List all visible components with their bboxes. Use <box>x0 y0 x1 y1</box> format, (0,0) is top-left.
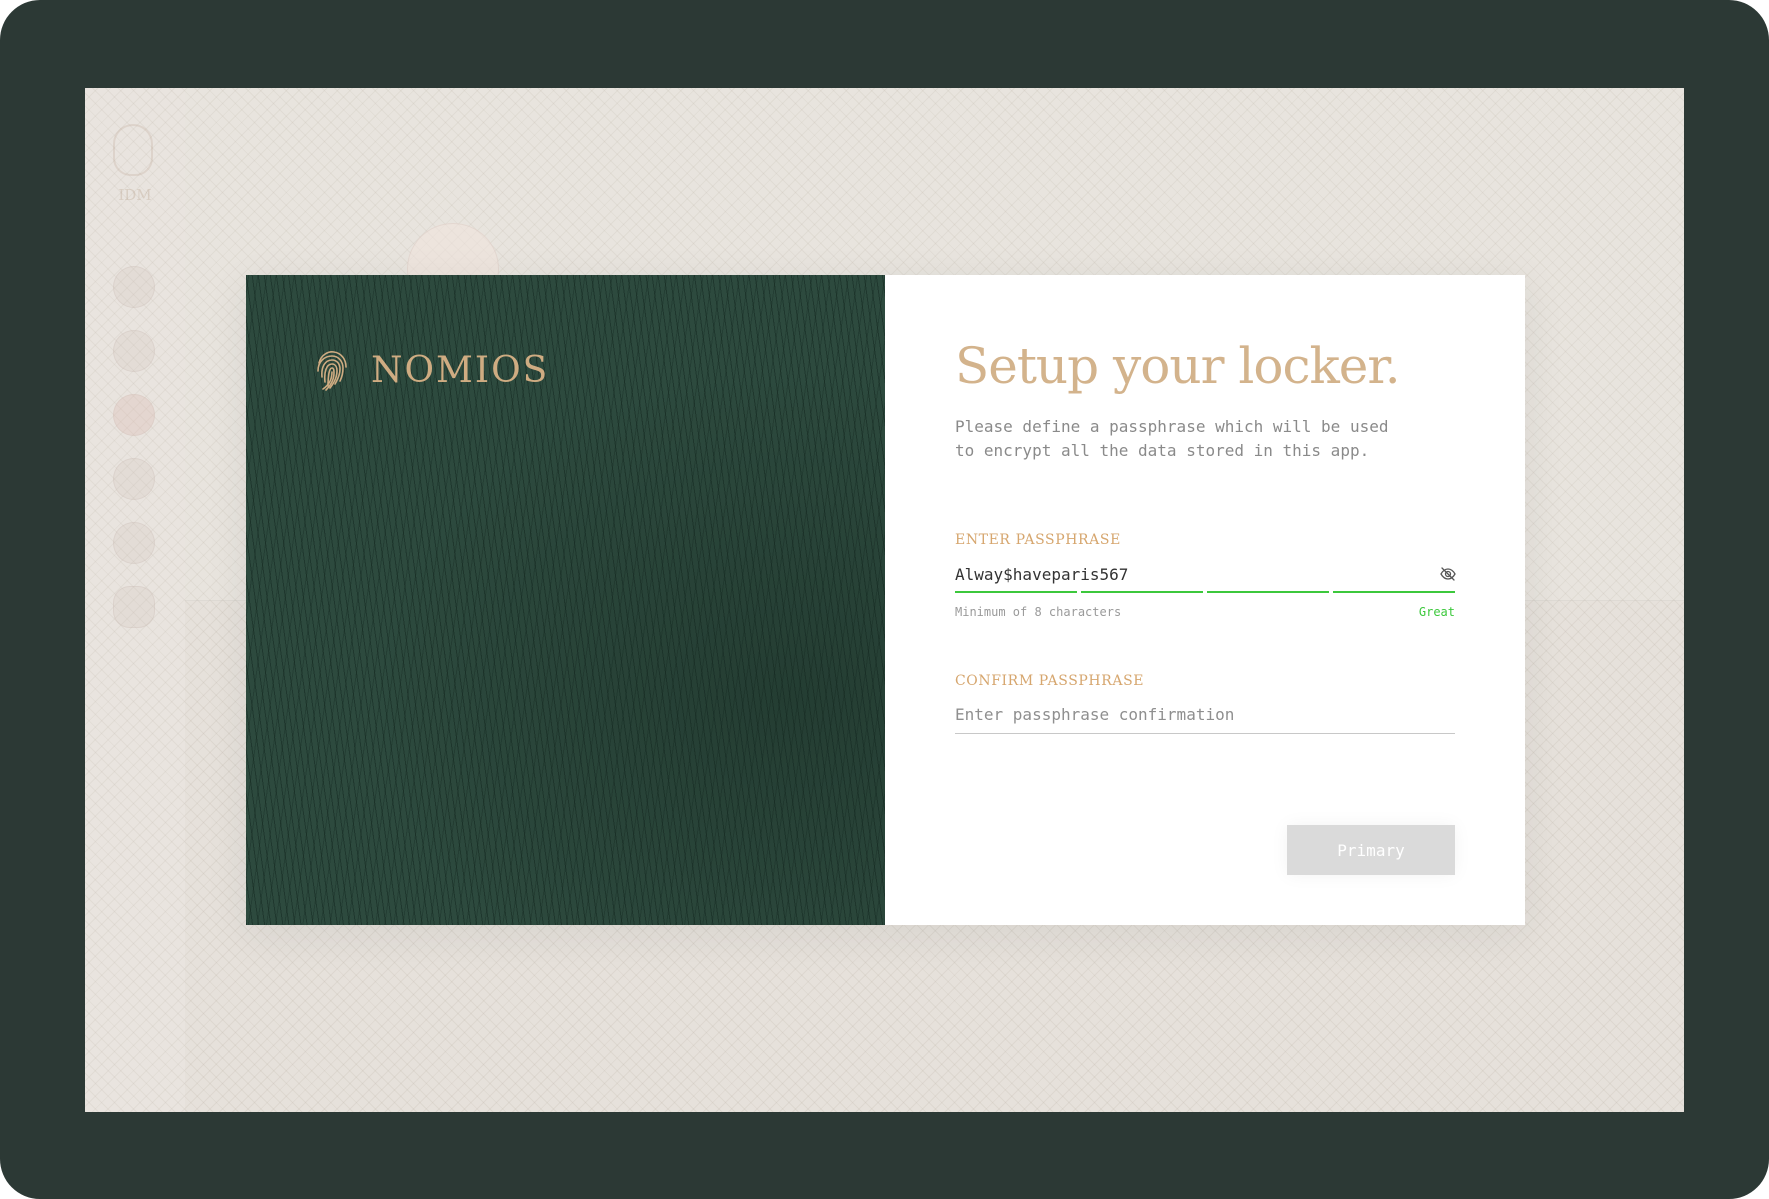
setup-locker-modal: NOMIOS Setup your locker. Please define … <box>246 275 1525 925</box>
brand-panel: NOMIOS <box>246 275 885 925</box>
strength-segment <box>1207 591 1329 593</box>
background-sidebar: IDM <box>85 88 185 1112</box>
background-logo-text: IDM <box>118 186 152 204</box>
passphrase-hint: Minimum of 8 characters <box>955 605 1122 619</box>
page-title: Setup your locker. <box>955 337 1401 395</box>
background-nav-icon <box>113 394 155 436</box>
background-nav-icon <box>113 330 155 372</box>
background-nav-icon <box>113 522 155 564</box>
primary-button[interactable]: Primary <box>1287 825 1455 875</box>
confirm-passphrase-input[interactable] <box>955 699 1455 729</box>
setup-form-panel: Setup your locker. Please define a passp… <box>885 275 1525 925</box>
background-nav-icon <box>113 586 155 628</box>
passphrase-input[interactable] <box>955 559 1425 589</box>
confirm-passphrase-label: CONFIRM PASSPHRASE <box>955 673 1145 689</box>
app-screen: IDM NOMIOS Setup your locker. Please def… <box>85 88 1684 1112</box>
background-logo-icon <box>113 124 153 176</box>
strength-segment <box>955 591 1077 593</box>
passphrase-label: ENTER PASSPHRASE <box>955 532 1121 548</box>
device-frame: IDM NOMIOS Setup your locker. Please def… <box>0 0 1769 1199</box>
background-nav-icon <box>113 266 155 308</box>
strength-label: Great <box>1418 605 1455 619</box>
strength-segment <box>1081 591 1203 593</box>
eye-off-icon[interactable] <box>1438 564 1458 584</box>
passphrase-strength-meter <box>955 591 1455 593</box>
brand-name: NOMIOS <box>371 349 550 391</box>
setup-description: Please define a passphrase which will be… <box>955 417 1389 460</box>
background-nav-icon <box>113 458 155 500</box>
fingerprint-icon <box>315 349 349 391</box>
confirm-input-underline <box>955 733 1455 734</box>
strength-segment <box>1333 591 1455 593</box>
brand-logo: NOMIOS <box>315 349 549 391</box>
